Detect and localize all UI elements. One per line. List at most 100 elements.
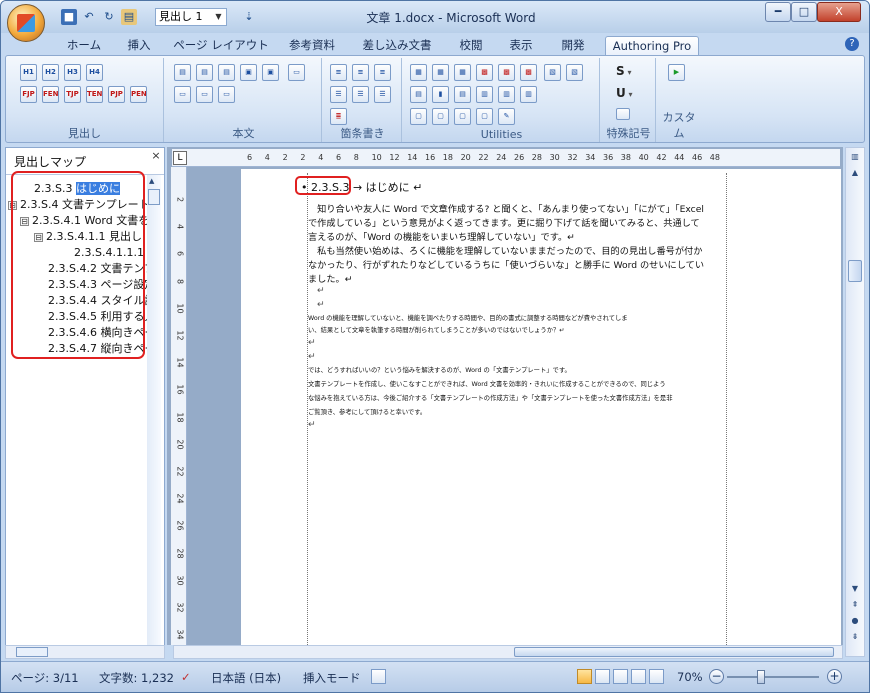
bullet-list-2-icon[interactable]: ≡: [352, 64, 369, 81]
zoom-in-button[interactable]: +: [827, 669, 842, 684]
bullet-list-6-icon[interactable]: ☰: [374, 86, 391, 103]
body-style-2-icon[interactable]: ▤: [196, 64, 213, 81]
previous-page-icon[interactable]: ⇞: [848, 598, 862, 612]
full-screen-view-icon[interactable]: [595, 669, 610, 684]
body-style-9-icon[interactable]: ▭: [218, 86, 235, 103]
document-vertical-scrollbar[interactable]: ▥ ▲ ▼ ⇞ ● ⇟: [845, 147, 865, 657]
select-browse-object-icon[interactable]: ●: [848, 614, 862, 628]
help-icon[interactable]: ?: [845, 37, 859, 51]
special-box-icon[interactable]: [616, 108, 630, 120]
undo-icon[interactable]: ↶: [81, 9, 97, 25]
body-style-1-icon[interactable]: ▤: [174, 64, 191, 81]
zoom-level[interactable]: 70%: [677, 670, 703, 684]
utility-7-icon[interactable]: ▤: [454, 86, 471, 103]
reference-list-icon[interactable]: ≣: [330, 108, 347, 125]
draft-view-icon[interactable]: [649, 669, 664, 684]
body-style-7-icon[interactable]: ▭: [174, 86, 191, 103]
tab-review[interactable]: 校閲: [451, 36, 491, 55]
map-horizontal-scrollbar[interactable]: [5, 645, 165, 659]
ruler-toggle-icon[interactable]: ▥: [848, 150, 862, 164]
scroll-thumb[interactable]: [16, 647, 48, 657]
pen-button[interactable]: PEN: [130, 86, 147, 103]
utility-9-icon[interactable]: ▥: [498, 86, 515, 103]
print-layout-view-icon[interactable]: [577, 669, 592, 684]
body-line[interactable]: なかったり、行がずれたりなどしているうちに「使いづらいな」と勝手に Word の…: [308, 257, 728, 271]
utility-13-icon[interactable]: ▢: [454, 108, 471, 125]
scroll-down-icon[interactable]: ▼: [848, 582, 862, 596]
utility-1-icon[interactable]: ▦: [410, 64, 427, 81]
utility-14-icon[interactable]: ▢: [476, 108, 493, 125]
h3-button[interactable]: H3: [64, 64, 81, 81]
ten-button[interactable]: TEN: [86, 86, 103, 103]
paste-icon[interactable]: ▤: [121, 9, 137, 25]
save-icon[interactable]: ■: [61, 9, 77, 25]
utility-6-icon[interactable]: ▤: [410, 86, 427, 103]
utility-11-icon[interactable]: ▢: [410, 108, 427, 125]
outline-view-icon[interactable]: [631, 669, 646, 684]
maximize-button[interactable]: □: [791, 2, 817, 22]
bullet-list-3-icon[interactable]: ≡: [374, 64, 391, 81]
bullet-list-4-icon[interactable]: ☰: [330, 86, 347, 103]
body-style-8-icon[interactable]: ▭: [196, 86, 213, 103]
fjp-button[interactable]: FJP: [20, 86, 37, 103]
utility-15-icon[interactable]: ✎: [498, 108, 515, 125]
table-1-icon[interactable]: ▩: [476, 64, 493, 81]
body-line[interactable]: ました。↵: [308, 271, 728, 285]
chevron-down-icon[interactable]: ▼: [212, 10, 225, 24]
body-line[interactable]: 私も当然使い始めは、ろくに機能を理解していないままだったので、目的の見出し番号が…: [308, 243, 728, 257]
minimize-button[interactable]: ━: [765, 2, 791, 22]
document-horizontal-scrollbar[interactable]: [173, 645, 843, 659]
scroll-thumb[interactable]: [514, 647, 834, 657]
body-line[interactable]: で作成している」という意見がよく返ってきます。更に掘り下げて話を聞いてみると、共…: [308, 215, 728, 229]
map-vertical-scrollbar[interactable]: ▲: [147, 175, 161, 645]
run-macro-icon[interactable]: ▶: [668, 64, 685, 81]
body-style-5-icon[interactable]: ▣: [262, 64, 279, 81]
h2-button[interactable]: H2: [42, 64, 59, 81]
table-3-icon[interactable]: ▩: [520, 64, 537, 81]
body-style-6-icon[interactable]: ▭: [288, 64, 305, 81]
word-count[interactable]: 文字数: 1,232: [99, 670, 174, 686]
small-line[interactable]: ご覧頂き、参考にして頂けると幸いです。: [308, 407, 728, 416]
page-indicator[interactable]: ページ: 3/11: [11, 670, 79, 686]
utility-5-icon[interactable]: ▧: [566, 64, 583, 81]
tab-developer[interactable]: 開発: [553, 36, 593, 55]
body-style-4-icon[interactable]: ▣: [240, 64, 257, 81]
macro-record-icon[interactable]: [371, 669, 386, 684]
redo-icon[interactable]: ↻: [101, 9, 117, 25]
bullet-list-1-icon[interactable]: ≡: [330, 64, 347, 81]
small-line[interactable]: な悩みを抱えている方は、今後ご紹介する「文書テンプレートの作成方法」や「文書テン…: [308, 393, 728, 402]
scroll-thumb[interactable]: [148, 189, 160, 205]
utility-8-icon[interactable]: ▥: [476, 86, 493, 103]
scroll-up-icon[interactable]: ▲: [848, 166, 862, 180]
scroll-up-icon[interactable]: ▲: [149, 177, 154, 185]
pjp-button[interactable]: PJP: [108, 86, 125, 103]
language-indicator[interactable]: 日本語 (日本): [211, 670, 281, 686]
style-select[interactable]: 見出し 1 ▼: [155, 8, 227, 26]
utility-4-icon[interactable]: ▧: [544, 64, 561, 81]
tab-view[interactable]: 表示: [501, 36, 541, 55]
zoom-out-button[interactable]: −: [709, 669, 724, 684]
utility-2-icon[interactable]: ▦: [432, 64, 449, 81]
scroll-thumb[interactable]: [848, 260, 862, 282]
body-line[interactable]: 知り合いや友人に Word で文章作成する? と聞くと、「あんまり使ってない」「…: [308, 201, 728, 215]
proofing-icon[interactable]: ✓: [181, 670, 191, 684]
tjp-button[interactable]: TJP: [64, 86, 81, 103]
small-line[interactable]: Word の機能を理解していないと、機能を調べたりする時間や、目的の書式に調整す…: [308, 313, 728, 322]
zoom-slider-thumb[interactable]: [757, 670, 765, 684]
next-page-icon[interactable]: ⇟: [848, 630, 862, 644]
small-line[interactable]: い、結果として文章を執筆する時間が削られてしまうことが多いのではないでしょうか？…: [308, 325, 728, 334]
h4-button[interactable]: H4: [86, 64, 103, 81]
customize-qat-icon[interactable]: ⇣: [241, 9, 257, 25]
tab-authoring-pro[interactable]: Authoring Pro: [605, 36, 699, 55]
tab-page-layout[interactable]: ページ レイアウト: [171, 36, 271, 55]
office-button[interactable]: [7, 4, 45, 42]
utility-3-icon[interactable]: ▦: [454, 64, 471, 81]
tab-insert[interactable]: 挿入: [119, 36, 159, 55]
insert-mode[interactable]: 挿入モード: [303, 670, 361, 686]
zoom-slider[interactable]: [727, 676, 819, 678]
close-map-button[interactable]: ×: [149, 149, 163, 163]
close-button[interactable]: X: [817, 2, 861, 22]
tab-home[interactable]: ホーム: [59, 36, 109, 55]
table-2-icon[interactable]: ▩: [498, 64, 515, 81]
h1-button[interactable]: H1: [20, 64, 37, 81]
